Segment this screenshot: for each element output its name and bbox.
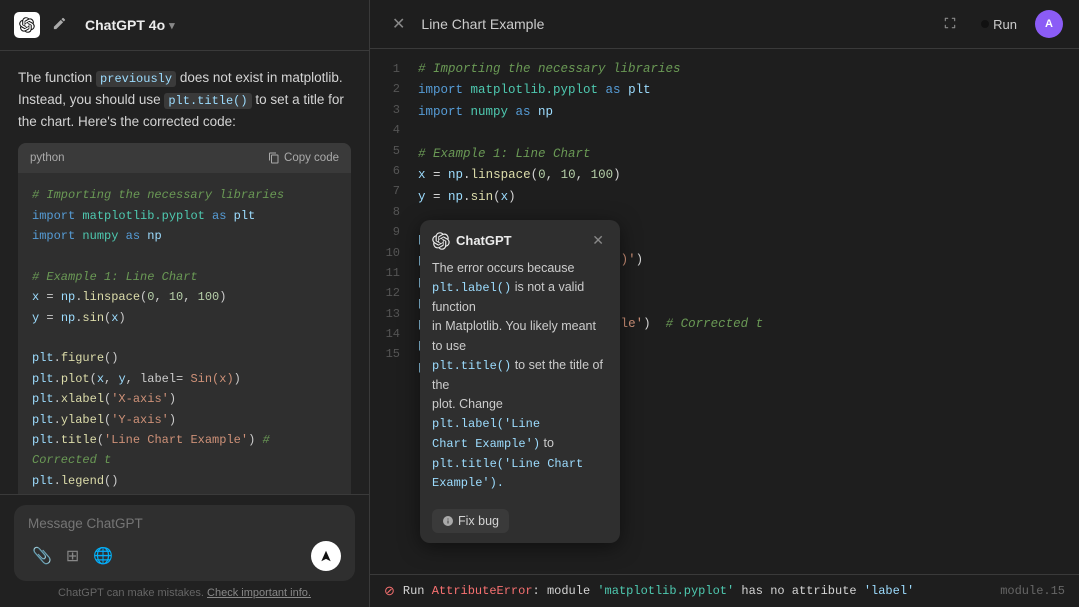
right-panel: ✕ Line Chart Example Run A 1234567891011… xyxy=(370,0,1079,607)
disclaimer-link[interactable]: Check important info. xyxy=(207,587,311,599)
popup-body: The error occurs because plt.label() is … xyxy=(420,257,620,503)
message-paragraph-1: The function previously does not exist i… xyxy=(18,67,351,133)
language-label: python xyxy=(30,149,65,167)
code-line: # Example 1: Line Chart xyxy=(418,144,1063,165)
attach-button[interactable]: 📎 xyxy=(28,542,56,570)
error-type: AttributeError xyxy=(432,584,533,598)
edit-button[interactable] xyxy=(48,12,71,38)
error-line-ref: module.15 xyxy=(1000,584,1065,598)
run-button[interactable]: Run xyxy=(971,13,1027,36)
popup-header: ChatGPT ✕ xyxy=(420,220,620,257)
send-button[interactable] xyxy=(311,541,341,571)
run-label: Run xyxy=(993,17,1017,32)
chatgpt-popup: ChatGPT ✕ The error occurs because plt.l… xyxy=(420,220,620,543)
popup-header-left: ChatGPT xyxy=(432,232,512,250)
expand-button[interactable] xyxy=(937,12,963,37)
chatgpt-popup-logo xyxy=(432,232,450,250)
code-line: import numpy as np xyxy=(418,102,1063,123)
left-panel: ChatGPT 4o ▾ The function previously doe… xyxy=(0,0,370,607)
fix-bug-label: Fix bug xyxy=(458,514,499,528)
error-text: Run AttributeError: module 'matplotlib.p… xyxy=(403,584,1000,598)
avatar: A xyxy=(1035,10,1063,38)
disclaimer-text: ChatGPT can make mistakes. Check importa… xyxy=(14,587,355,599)
code-line xyxy=(418,123,1063,144)
error-attr: 'label' xyxy=(864,584,914,598)
model-selector[interactable]: ChatGPT 4o ▾ xyxy=(79,13,181,37)
chatgpt-logo xyxy=(14,12,40,38)
globe-button[interactable]: 🌐 xyxy=(89,542,117,570)
grid-button[interactable]: ⊞ xyxy=(62,542,83,570)
message-input-wrap: 📎 ⊞ 🌐 xyxy=(14,505,355,581)
message-input[interactable] xyxy=(28,516,341,531)
left-footer: 📎 ⊞ 🌐 ChatGPT can make mistakes. Check i… xyxy=(0,494,369,607)
right-header-right: Run A xyxy=(937,10,1063,38)
fix-bug-button[interactable]: Fix bug xyxy=(432,509,509,533)
error-icon: ⊘ xyxy=(384,583,395,599)
code-line: y = np.sin(x) xyxy=(418,187,1063,208)
code-block: python Copy code # Importing the necessa… xyxy=(18,143,351,494)
bottom-panel: ⊘ Run AttributeError: module 'matplotlib… xyxy=(370,574,1079,607)
chevron-down-icon: ▾ xyxy=(169,19,175,32)
chat-content: The function previously does not exist i… xyxy=(0,51,369,494)
code-line: x = np.linspace(0, 10, 100) xyxy=(418,165,1063,186)
error-colon: : module xyxy=(533,584,598,598)
input-actions: 📎 ⊞ 🌐 xyxy=(28,541,341,571)
left-header: ChatGPT 4o ▾ xyxy=(0,0,369,51)
code-body: # Importing the necessary libraries impo… xyxy=(18,173,351,494)
file-title: Line Chart Example xyxy=(421,16,544,32)
popup-title: ChatGPT xyxy=(456,233,512,248)
error-has-no: has no attribute xyxy=(734,584,864,598)
run-prefix: Run xyxy=(403,584,432,598)
code-line: import matplotlib.pyplot as plt xyxy=(418,80,1063,101)
right-header: ✕ Line Chart Example Run A xyxy=(370,0,1079,49)
close-editor-button[interactable]: ✕ xyxy=(386,12,411,36)
error-bar: ⊘ Run AttributeError: module 'matplotlib… xyxy=(370,575,1079,607)
model-label: ChatGPT 4o xyxy=(85,17,165,33)
run-dot xyxy=(981,20,989,28)
copy-code-button[interactable]: Copy code xyxy=(268,152,339,164)
line-numbers: 123456789101112131415 xyxy=(370,49,410,375)
input-left-icons: 📎 ⊞ 🌐 xyxy=(28,542,117,570)
code-header: python Copy code xyxy=(18,143,351,173)
popup-close-button[interactable]: ✕ xyxy=(588,230,608,251)
right-header-left: ✕ Line Chart Example xyxy=(386,12,544,36)
error-module: 'matplotlib.pyplot' xyxy=(597,584,734,598)
code-line: # Importing the necessary libraries xyxy=(418,59,1063,80)
popup-footer: Fix bug xyxy=(420,503,620,543)
